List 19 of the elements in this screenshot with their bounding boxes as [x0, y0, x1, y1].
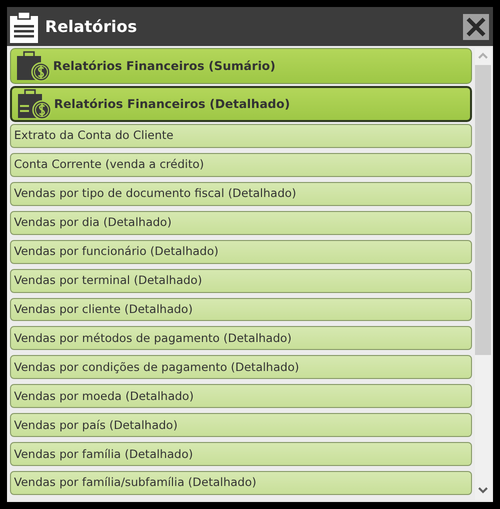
clipboard-money-icon [16, 88, 52, 120]
report-group-button[interactable]: Relatórios Financeiros (Sumário) [10, 48, 472, 84]
clipboard-money-icon [15, 50, 51, 82]
report-button[interactable]: Vendas por cliente (Detalhado) [10, 298, 472, 322]
close-button[interactable] [463, 14, 489, 40]
window-title: Relatórios [45, 16, 137, 38]
report-group-button[interactable]: Relatórios Financeiros (Detalhado) [10, 86, 472, 122]
report-button[interactable]: Extrato da Conta do Cliente [10, 124, 472, 148]
report-button[interactable]: Vendas por país (Detalhado) [10, 413, 472, 438]
report-button[interactable]: Vendas por moeda (Detalhado) [10, 384, 472, 408]
report-button[interactable]: Vendas por métodos de pagamento (Detalhado) [10, 326, 472, 350]
report-button[interactable]: Vendas por condições de pagamento (Detalhado) [10, 355, 472, 380]
report-button[interactable]: Vendas por terminal (Detalhado) [10, 268, 472, 293]
report-button[interactable]: Conta Corrente (venda a crédito) [10, 152, 472, 177]
report-button[interactable]: Vendas por dia (Detalhado) [10, 210, 472, 235]
report-button[interactable]: Vendas por tipo de documento fiscal (Detalhado) [10, 182, 472, 206]
report-button[interactable]: Vendas por funcionário (Detalhado) [10, 240, 472, 264]
report-button[interactable]: Vendas por família/subfamília (Detalhado) [10, 471, 472, 496]
report-button[interactable]: Vendas por família (Detalhado) [10, 442, 472, 466]
